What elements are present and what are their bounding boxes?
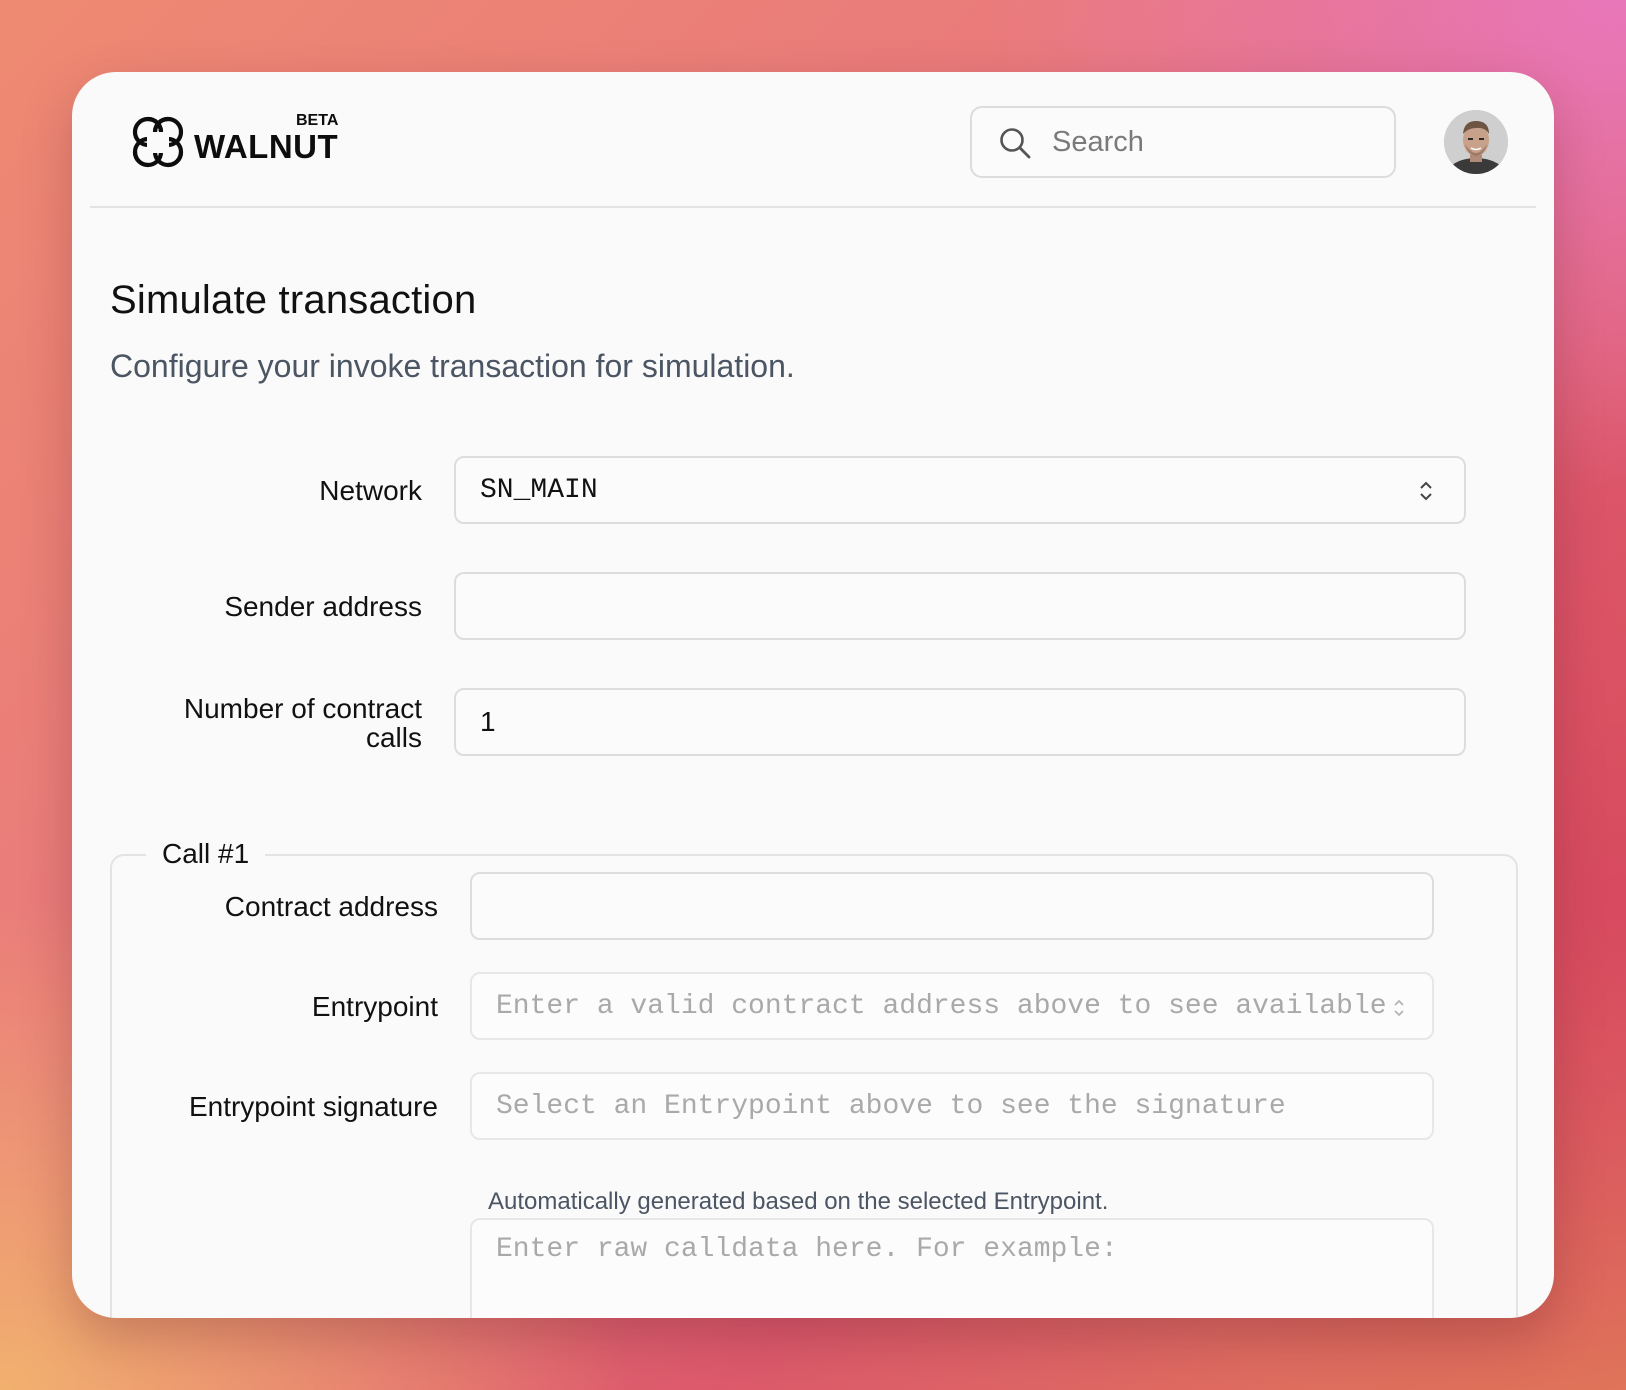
search-input[interactable] [1052,122,1372,162]
chevron-updown-icon [1420,481,1432,501]
num-calls-label: Number of contract calls [112,694,422,752]
num-calls-field[interactable]: 1 [454,688,1466,756]
page-title: Simulate transaction [110,278,477,322]
search-icon [1000,128,1031,159]
top-bar: WALNUT BETA [90,72,1536,208]
calldata-placeholder: Enter raw calldata here. For example: [496,1234,1118,1265]
contract-address-label: Contract address [224,891,438,922]
entrypoint-signature-placeholder: Select an Entrypoint above to see the si… [496,1090,1286,1122]
logo-text: WALNUT [194,128,339,165]
walnut-logo-icon [132,116,184,168]
entrypoint-signature-hint: Automatically generated based on the sel… [488,1188,1109,1215]
entrypoint-label: Entrypoint [311,991,438,1022]
contract-address-field[interactable] [470,872,1434,940]
avatar-image [1444,110,1508,174]
entrypoint-placeholder: Enter a valid contract address above to … [496,990,1390,1022]
sender-address-field[interactable] [454,572,1466,640]
call-legend: Call #1 [146,838,266,870]
beta-badge: BETA [296,112,339,129]
entrypoint-select[interactable]: Enter a valid contract address above to … [470,972,1434,1040]
num-calls-value: 1 [480,706,496,737]
search-box[interactable] [970,106,1396,178]
network-label: Network [319,475,422,506]
sender-address-label: Sender address [224,591,422,622]
page-subtitle: Configure your invoke transaction for si… [110,348,795,384]
entrypoint-signature-field: Select an Entrypoint above to see the si… [470,1072,1434,1140]
entrypoint-signature-label: Entrypoint signature [188,1091,438,1122]
chevron-updown-icon [1394,999,1404,1017]
app-window: WALNUT BETA Simulate transa [72,72,1554,1318]
calldata-textarea[interactable]: Enter raw calldata here. For example: [470,1218,1434,1318]
user-avatar[interactable] [1444,110,1508,174]
num-calls-label-line2: calls [365,722,422,753]
logo[interactable]: WALNUT BETA [130,112,350,172]
num-calls-label-line1: Number of contract [183,693,422,724]
network-select[interactable]: SN_MAIN [454,456,1466,524]
network-value: SN_MAIN [480,474,598,506]
